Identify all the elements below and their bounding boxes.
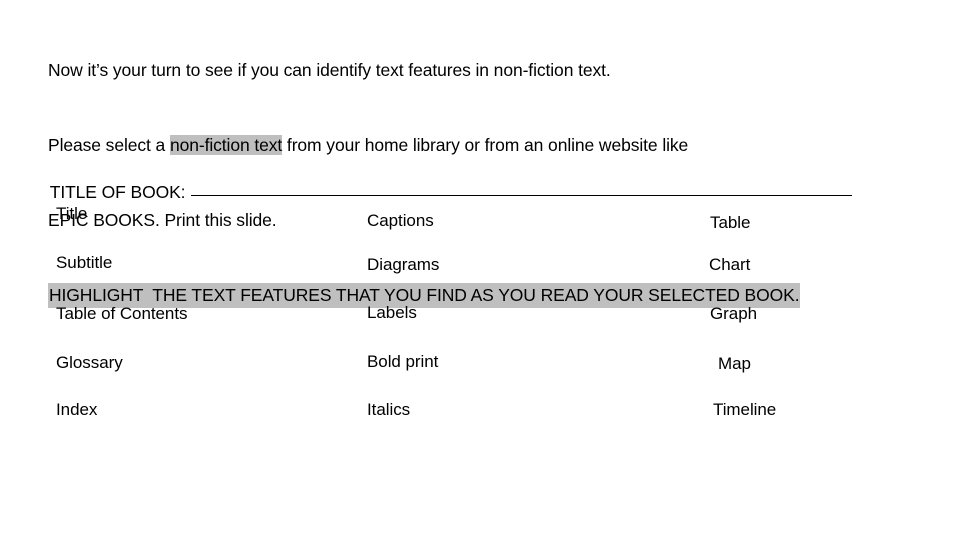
feature-table[interactable]: Table [710, 213, 750, 233]
feature-map[interactable]: Map [718, 354, 751, 374]
feature-graph[interactable]: Graph [710, 304, 757, 324]
slide-canvas: Now it’s your turn to see if you can ide… [0, 0, 960, 540]
feature-diagrams[interactable]: Diagrams [367, 255, 439, 275]
feature-chart[interactable]: Chart [709, 255, 750, 275]
feature-captions[interactable]: Captions [367, 211, 434, 231]
feature-subtitle[interactable]: Subtitle [56, 253, 112, 273]
feature-labels[interactable]: Labels [367, 303, 417, 323]
feature-table-of-contents[interactable]: Table of Contents [56, 304, 188, 324]
feature-index[interactable]: Index [56, 400, 97, 420]
feature-timeline[interactable]: Timeline [713, 400, 776, 420]
feature-glossary[interactable]: Glossary [56, 353, 123, 373]
feature-title[interactable]: Title [56, 204, 87, 224]
feature-italics[interactable]: Italics [367, 400, 410, 420]
feature-bold-print[interactable]: Bold print [367, 352, 438, 372]
text-features-list: Title Subtitle Table of Contents Glossar… [0, 0, 960, 540]
